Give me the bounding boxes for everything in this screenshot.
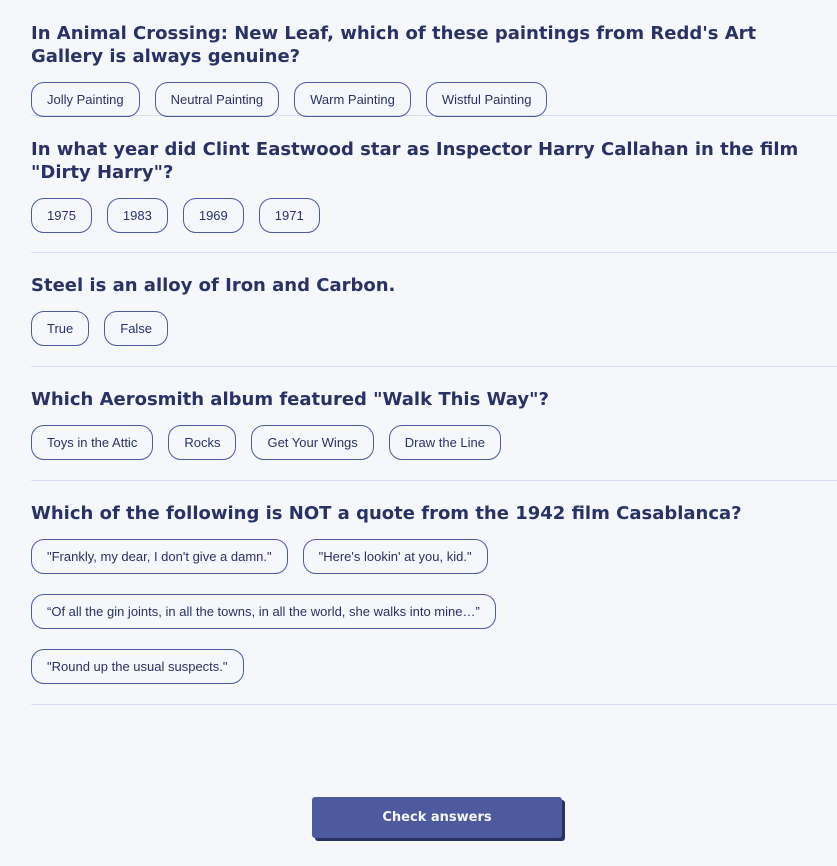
answer-option[interactable]: 1971 [258, 198, 320, 233]
answer-option[interactable]: "Here's lookin' at you, kid." [302, 539, 488, 574]
answer-options: Jolly Painting Neutral Painting Warm Pai… [31, 82, 837, 117]
question-text: Which Aerosmith album featured "Walk Thi… [31, 389, 549, 410]
question-block: Which Aerosmith album featured "Walk Thi… [31, 367, 837, 481]
question-text: In what year did Clint Eastwood star as … [31, 139, 799, 183]
answer-option[interactable]: "Frankly, my dear, I don't give a damn." [31, 539, 288, 574]
question-text: Which of the following is NOT a quote fr… [31, 503, 742, 524]
question-text: Steel is an alloy of Iron and Carbon. [31, 275, 396, 296]
answer-option[interactable]: False [104, 311, 169, 346]
answer-option[interactable]: “Of all the gin joints, in all the towns… [31, 594, 496, 629]
check-answers-button[interactable]: Check answers [312, 797, 562, 838]
answer-options: True False [31, 311, 837, 346]
answer-option[interactable]: Rocks [168, 425, 237, 460]
answer-option[interactable]: Get Your Wings [251, 425, 374, 460]
answer-options: Toys in the Attic Rocks Get Your Wings D… [31, 425, 837, 460]
answer-option[interactable]: True [31, 311, 90, 346]
question-block: In Animal Crossing: New Leaf, which of t… [31, 0, 837, 117]
quiz-container: In Animal Crossing: New Leaf, which of t… [0, 0, 837, 866]
answer-option[interactable]: Toys in the Attic [31, 425, 154, 460]
question-block: Which of the following is NOT a quote fr… [31, 481, 837, 705]
answer-options: 1975 1983 1969 1971 [31, 198, 837, 233]
answer-option[interactable]: "Round up the usual suspects." [31, 649, 244, 684]
answer-option[interactable]: Warm Painting [294, 82, 411, 117]
answer-options: "Frankly, my dear, I don't give a damn."… [31, 539, 671, 684]
answer-option[interactable]: Neutral Painting [154, 82, 280, 117]
question-text: In Animal Crossing: New Leaf, which of t… [31, 23, 757, 67]
answer-option[interactable]: 1975 [31, 198, 92, 233]
check-answers-wrapper: Check answers [312, 797, 562, 838]
answer-option[interactable]: Wistful Painting [425, 82, 548, 117]
answer-option[interactable]: Jolly Painting [31, 82, 140, 117]
answer-option[interactable]: 1983 [106, 198, 168, 233]
answer-option[interactable]: Draw the Line [388, 425, 501, 460]
answer-option[interactable]: 1969 [182, 198, 244, 233]
question-block: In what year did Clint Eastwood star as … [31, 116, 837, 253]
question-block: Steel is an alloy of Iron and Carbon. Tr… [31, 253, 837, 367]
